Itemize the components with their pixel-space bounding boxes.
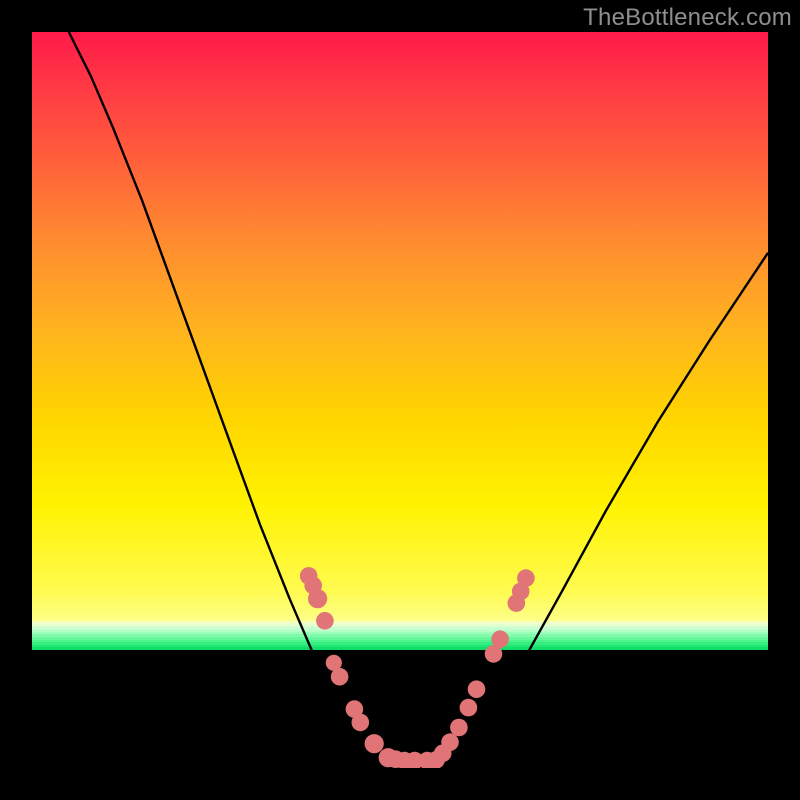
data-point-left [365,734,384,753]
watermark-text: TheBottleneck.com [583,4,792,32]
data-point-left [308,589,327,608]
data-point-left [331,668,349,686]
data-point-right [517,569,535,587]
data-point-right [450,719,468,737]
data-point-left [352,714,370,732]
chart-plot-area [32,32,768,768]
data-point-right [491,630,509,648]
data-point-left [316,612,334,630]
data-point-right [468,680,486,698]
data-point-right [460,699,478,717]
bottleneck-curve [69,32,768,767]
data-point-right [441,733,459,751]
curve-overlay [32,32,768,768]
chart-frame: TheBottleneck.com [0,0,800,800]
